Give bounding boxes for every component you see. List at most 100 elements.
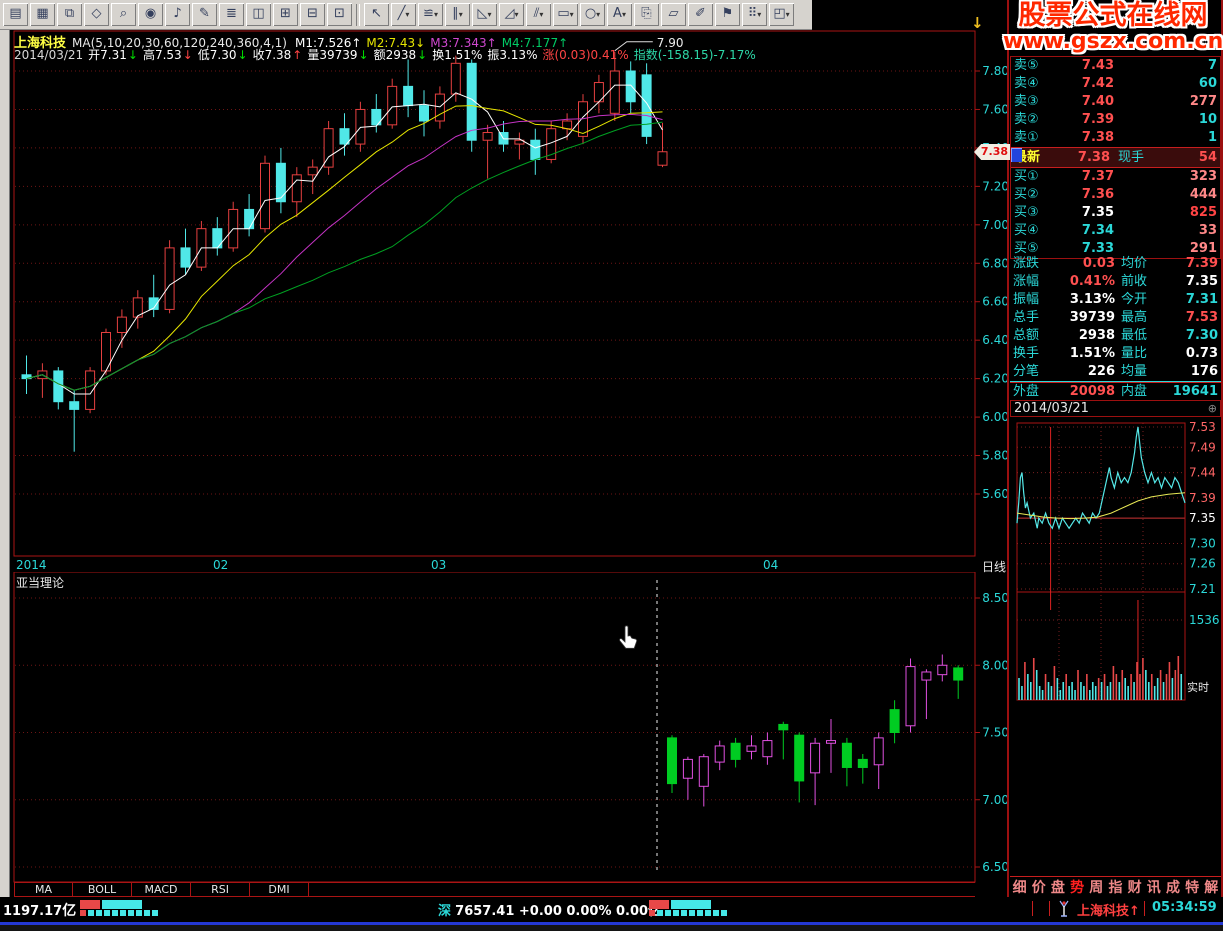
ellipse-tool-icon[interactable]: ○▾ — [580, 3, 605, 26]
svg-text:6.40: 6.40 — [982, 333, 1009, 347]
indicator-tabs: MABOLLMACDRSIDMI — [14, 882, 309, 897]
alarm-bell-icon[interactable]: ♪ — [165, 3, 190, 26]
order-book-row[interactable]: 卖④7.4260 — [1011, 75, 1220, 93]
svg-text:7.50: 7.50 — [982, 726, 1009, 740]
watermark-site-name: 股票公式在线网 — [1003, 2, 1223, 30]
quote-tab-细[interactable]: 细 — [1013, 877, 1027, 897]
quote-tab-指[interactable]: 指 — [1108, 877, 1122, 897]
svg-text:7.49: 7.49 — [1189, 440, 1216, 454]
order-level-label: 卖① — [1014, 129, 1058, 147]
quote-date: 2014/03/21 — [1014, 401, 1089, 416]
svg-text:7.35: 7.35 — [1189, 511, 1216, 525]
statusbar-separator — [1144, 901, 1145, 916]
quote-tab-周[interactable]: 周 — [1089, 877, 1103, 897]
dropdown-arrow-icon[interactable]: ▾ — [514, 10, 518, 19]
indicator-tab-boll[interactable]: BOLL — [73, 882, 132, 897]
clipboard-icon[interactable]: ⎘ — [634, 3, 659, 26]
order-volume: 323 — [1114, 168, 1217, 186]
target-icon[interactable]: ◉ — [138, 3, 163, 26]
crosshair-icon[interactable]: ⊕ — [1208, 401, 1217, 416]
quote-tab-盘[interactable]: 盘 — [1051, 877, 1065, 897]
dropdown-arrow-icon[interactable]: ▾ — [786, 10, 790, 19]
trendline-icon[interactable]: ╱▾ — [391, 3, 416, 26]
quote-panel-tabs: 细价盘势周指财讯成特解 — [1010, 876, 1221, 897]
statusbar-stock-name[interactable]: 上海科技↑ — [1077, 900, 1140, 919]
workbook-icon[interactable]: ▤ — [3, 3, 28, 26]
adam-theory-chart[interactable]: 8.508.007.507.006.50 — [9, 572, 1010, 897]
save-icon[interactable]: ◰▾ — [769, 3, 794, 26]
quote-tab-解[interactable]: 解 — [1204, 877, 1218, 897]
color-dots-icon[interactable]: ⠿▾ — [742, 3, 767, 26]
stat-label: 均量 — [1121, 363, 1161, 381]
hand-cursor-shape — [620, 626, 637, 649]
indicator-tab-macd[interactable]: MACD — [132, 882, 191, 897]
quote-tab-成[interactable]: 成 — [1166, 877, 1180, 897]
order-book-row[interactable]: 卖③7.40277 — [1011, 93, 1220, 111]
channel-line-icon[interactable]: ≌▾ — [418, 3, 443, 26]
cube-icon[interactable]: ◇ — [84, 3, 109, 26]
order-price: 7.43 — [1058, 57, 1114, 75]
quote-tab-财[interactable]: 财 — [1128, 877, 1142, 897]
gann-fan-icon[interactable]: ◺▾ — [472, 3, 497, 26]
dropdown-arrow-icon[interactable]: ▾ — [757, 10, 761, 19]
connection-antenna-icon — [1057, 900, 1071, 920]
info-segment: ↓ — [417, 48, 427, 62]
kline-panel-icon[interactable]: ⊞ — [273, 3, 298, 26]
minute-panel-icon[interactable]: ⊟ — [300, 3, 325, 26]
dropdown-arrow-icon[interactable]: ▾ — [434, 10, 438, 19]
dropdown-arrow-icon[interactable]: ▾ — [539, 10, 543, 19]
split-panel-icon[interactable]: ◫ — [246, 3, 271, 26]
order-book-row[interactable]: 卖②7.3910 — [1011, 111, 1220, 129]
order-book-row[interactable]: 买②7.36444 — [1011, 186, 1220, 204]
copy-icon[interactable]: ⧉ — [57, 3, 82, 26]
intraday-price-line — [1017, 427, 1185, 528]
period-label[interactable]: 日线 — [982, 558, 1006, 575]
pointer-icon[interactable]: ↖ — [364, 3, 389, 26]
text-tool-icon[interactable]: A▾ — [607, 3, 632, 26]
stat-row: 振幅3.13%今开7.31 — [1010, 291, 1221, 309]
quote-tab-讯[interactable]: 讯 — [1147, 877, 1161, 897]
indicator-tab-ma[interactable]: MA — [14, 882, 73, 897]
svg-text:5.60: 5.60 — [982, 487, 1009, 501]
report-list-icon[interactable]: ≣ — [219, 3, 244, 26]
order-book-row[interactable]: 买④7.3433 — [1011, 222, 1220, 240]
stat-value: 20098 — [1053, 383, 1115, 401]
order-book-row[interactable]: 卖⑤7.437 — [1011, 57, 1220, 75]
main-kline-chart[interactable]: 7.807.607.407.207.006.806.606.406.206.00… — [9, 30, 1010, 572]
stat-row: 涨跌0.03均价7.39 — [1010, 255, 1221, 273]
order-book-row[interactable]: 买③7.35825 — [1011, 204, 1220, 222]
dropdown-arrow-icon[interactable]: ▾ — [570, 10, 574, 19]
eraser-icon[interactable]: ▱ — [661, 3, 686, 26]
info-segment: ↓ — [128, 48, 138, 62]
svg-text:6.60: 6.60 — [982, 295, 1009, 309]
pen-icon[interactable]: ✐ — [688, 3, 713, 26]
stat-value: 2938 — [1053, 327, 1115, 345]
dropdown-arrow-icon[interactable]: ▾ — [487, 10, 491, 19]
mixed-panel-icon[interactable]: ⊡ — [327, 3, 352, 26]
x-axis-label: 02 — [213, 558, 228, 572]
indicator-tab-rsi[interactable]: RSI — [191, 882, 250, 897]
intraday-mini-chart[interactable]: 7.537.497.447.397.357.307.267.211536实时 — [1010, 415, 1223, 705]
fibonacci-icon[interactable]: ◿▾ — [499, 3, 524, 26]
stat-row: 分笔226均量176 — [1010, 363, 1221, 382]
quote-tab-特[interactable]: 特 — [1185, 877, 1199, 897]
stat-label: 涨跌 — [1013, 255, 1053, 273]
quote-tab-价[interactable]: 价 — [1032, 877, 1046, 897]
rectangle-tool-icon[interactable]: ▭▾ — [553, 3, 578, 26]
order-price: 7.35 — [1058, 204, 1114, 222]
indicator-tab-dmi[interactable]: DMI — [250, 882, 309, 897]
search-icon[interactable]: ⌕ — [111, 3, 136, 26]
order-volume: 1 — [1114, 129, 1217, 147]
order-book-row[interactable]: 卖①7.381 — [1011, 129, 1220, 147]
flag-icon[interactable]: ⚑ — [715, 3, 740, 26]
hatch-lines-icon[interactable]: ⫽▾ — [526, 3, 551, 26]
dropdown-arrow-icon[interactable]: ▾ — [459, 10, 463, 19]
note-icon[interactable]: ✎ — [192, 3, 217, 26]
order-book-row[interactable]: 买①7.37323 — [1011, 168, 1220, 186]
dropdown-arrow-icon[interactable]: ▾ — [596, 10, 600, 19]
parallel-lines-icon[interactable]: ∥▾ — [445, 3, 470, 26]
chart-view-icon[interactable]: ▦ — [30, 3, 55, 26]
dropdown-arrow-icon[interactable]: ▾ — [405, 10, 409, 19]
quote-tab-势[interactable]: 势 — [1070, 877, 1084, 897]
dropdown-arrow-icon[interactable]: ▾ — [622, 10, 626, 19]
